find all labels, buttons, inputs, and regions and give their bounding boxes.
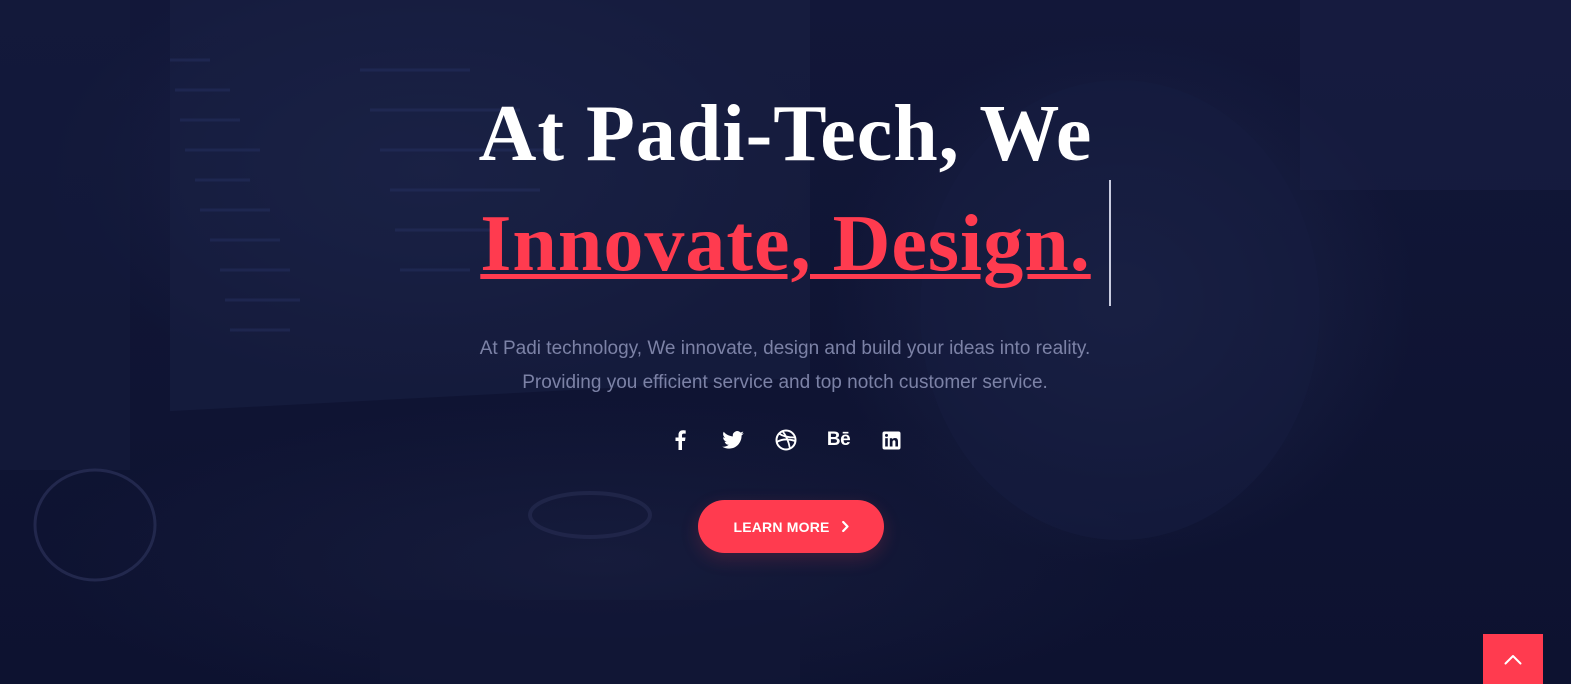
hero-subtitle-line-1: At Padi technology, We innovate, design … <box>479 338 1091 359</box>
typed-highlight: Innovate, Design. <box>480 200 1091 288</box>
behance-link[interactable]: Bē <box>822 424 855 456</box>
dribbble-icon <box>775 429 796 451</box>
typing-cursor <box>1109 180 1111 306</box>
learn-more-button[interactable]: LEARN MORE <box>698 500 884 553</box>
twitter-icon <box>721 431 744 449</box>
chevron-right-icon <box>841 521 849 532</box>
behance-icon: Bē <box>826 429 851 450</box>
hero-subtitle: At Padi technology, We innovate, design … <box>385 332 1185 400</box>
back-to-top-button[interactable] <box>1483 634 1543 684</box>
dribbble-link[interactable] <box>769 424 802 456</box>
facebook-icon <box>675 430 686 450</box>
hero-title: At Padi-Tech, We <box>478 90 1093 178</box>
twitter-link[interactable] <box>716 424 749 456</box>
hero-subtitle-line-2: Providing you efficient service and top … <box>522 372 1048 393</box>
chevron-up-icon <box>1504 654 1522 664</box>
facebook-link[interactable] <box>663 424 696 456</box>
social-links: Bē <box>0 424 1571 456</box>
hero-typed-text: Innovate, Design. <box>0 198 1571 290</box>
linkedin-icon <box>882 431 901 449</box>
learn-more-label: LEARN MORE <box>733 518 830 535</box>
linkedin-link[interactable] <box>875 424 908 456</box>
